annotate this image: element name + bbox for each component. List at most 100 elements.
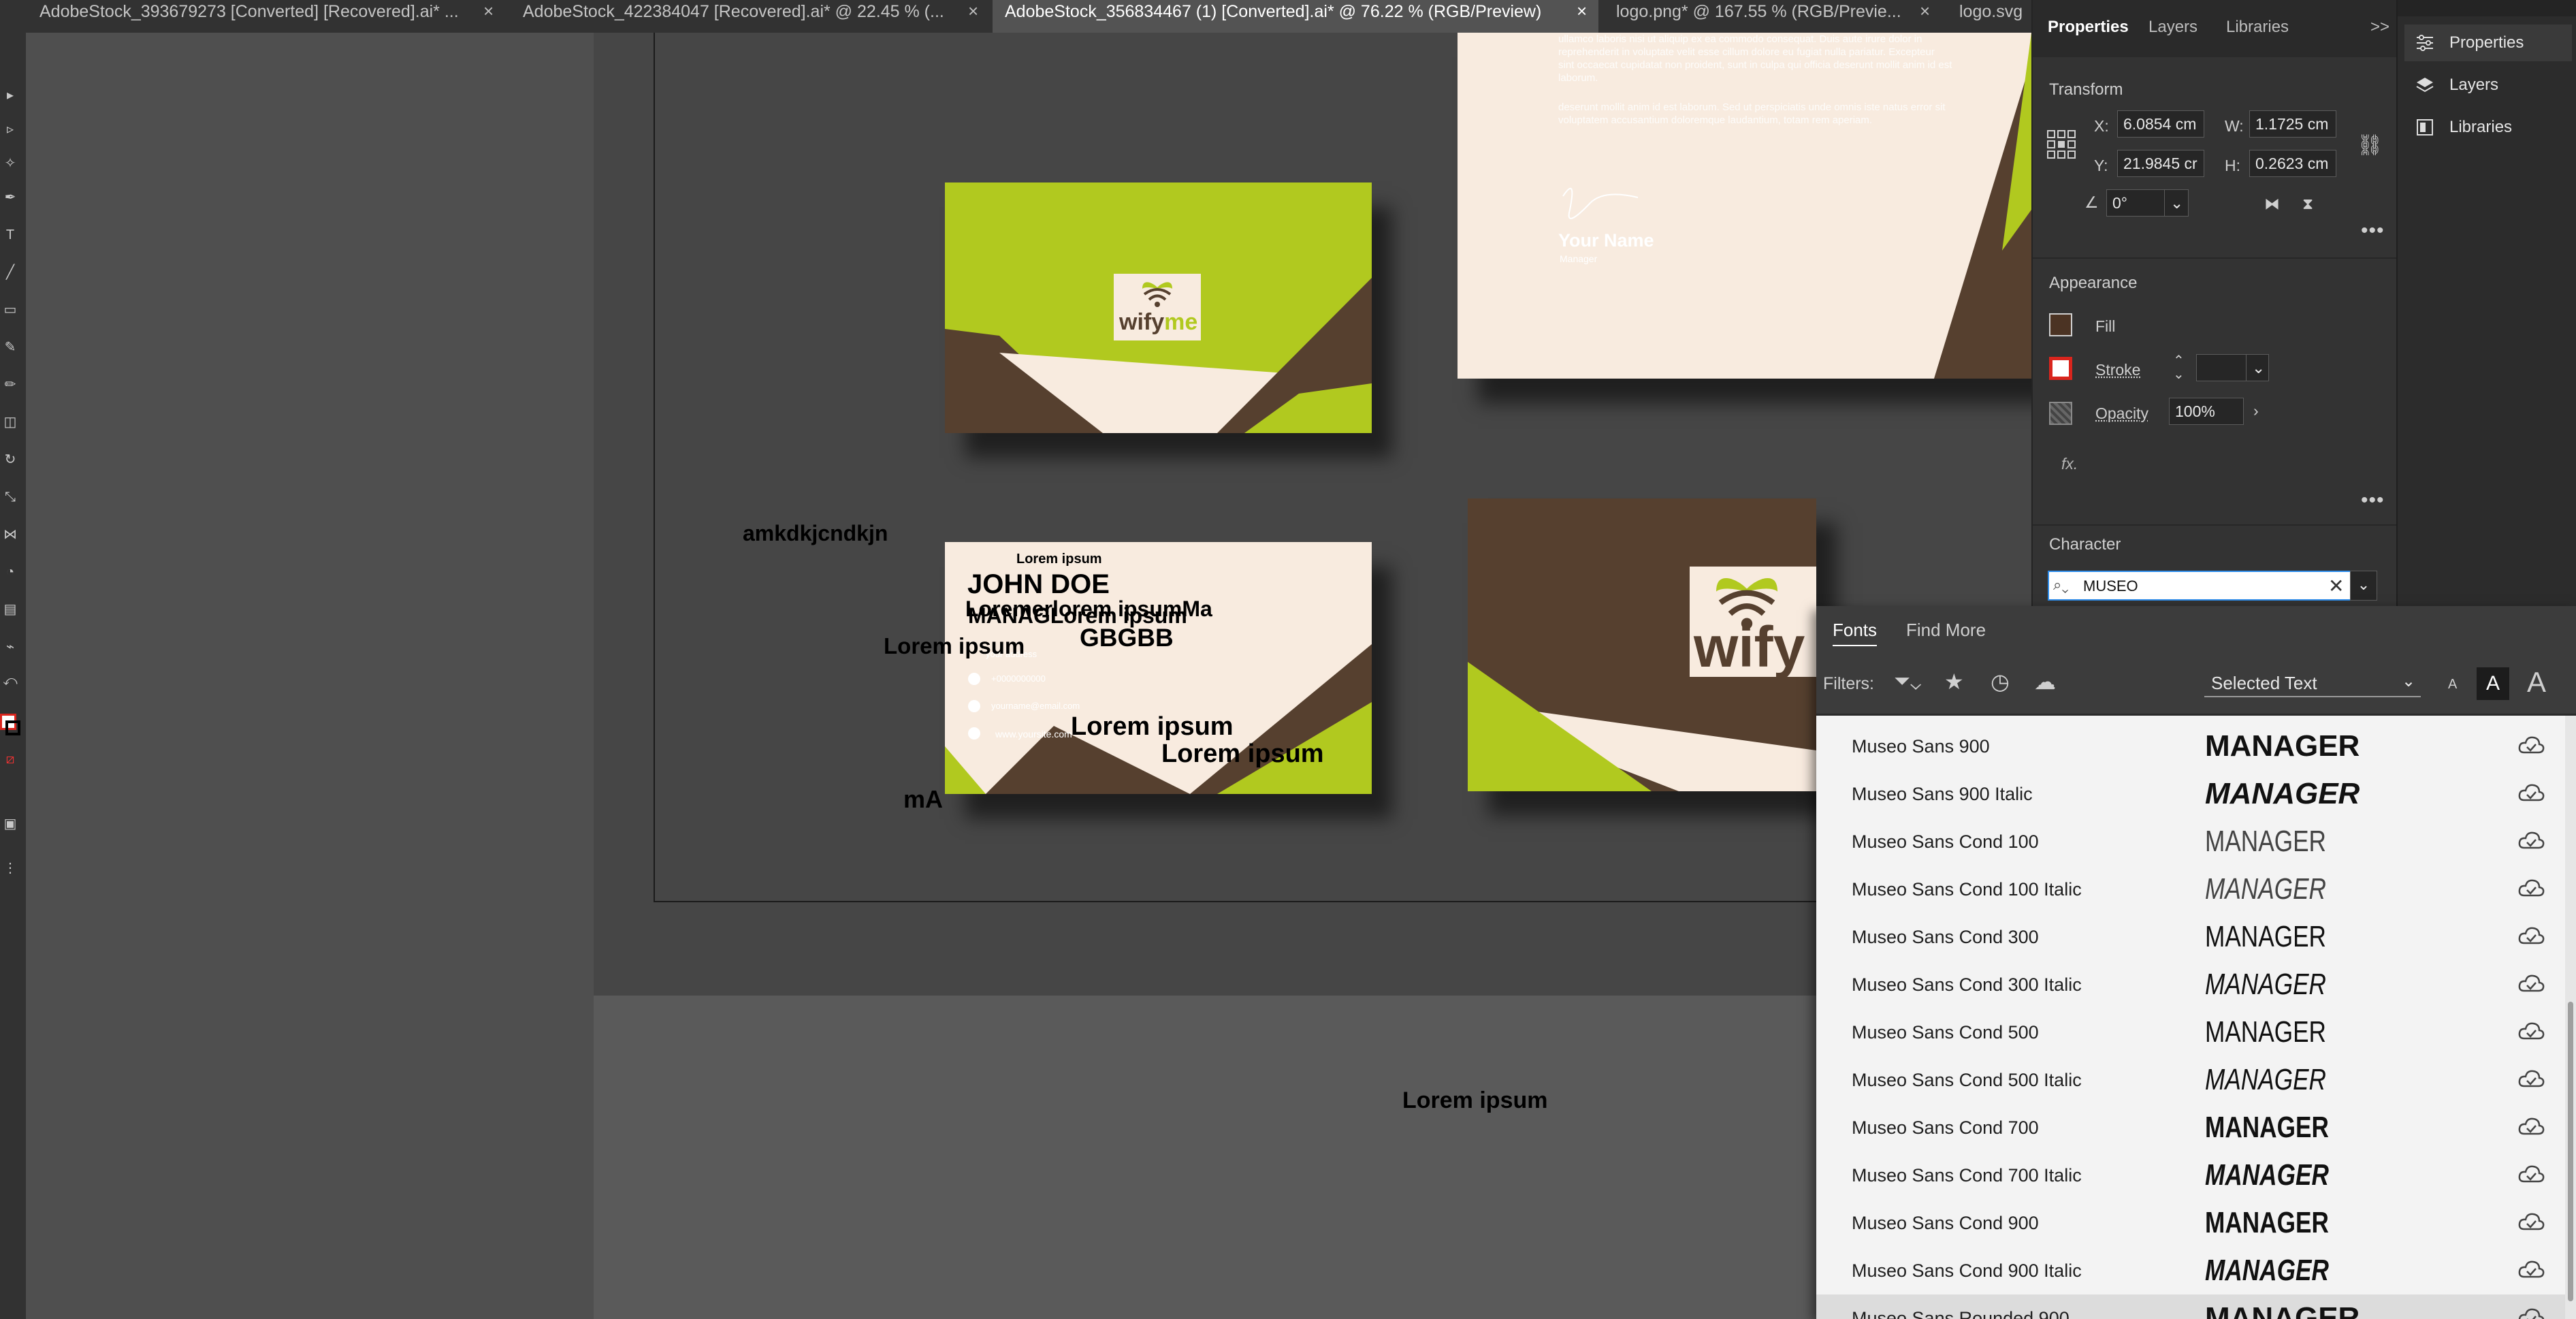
sample-size-large[interactable]: A bbox=[2527, 666, 2546, 699]
font-dropdown-chevron-icon[interactable]: ⌄ bbox=[2350, 571, 2377, 601]
opacity-label[interactable]: Opacity bbox=[2095, 404, 2148, 423]
font-list-item[interactable]: Museo Sans 900 MANAGER bbox=[1816, 722, 2565, 770]
width-tool-icon[interactable]: ⋈ bbox=[2, 526, 18, 543]
tab-find-more[interactable]: Find More bbox=[1906, 620, 1986, 641]
favorites-star-icon[interactable]: ★ bbox=[1944, 669, 1964, 695]
filter-classification-icon[interactable]: ⏷⌄ bbox=[1894, 670, 1921, 693]
font-list-item[interactable]: Museo Sans Rounded 900 MANAGER bbox=[1816, 1294, 2565, 1319]
gradient-tool-icon[interactable]: ▤ bbox=[2, 601, 18, 618]
scale-tool-icon[interactable]: ⤡ bbox=[2, 489, 18, 505]
panel-collapse-icon[interactable]: >> bbox=[2370, 18, 2389, 37]
x-field[interactable]: 6.0854 cm bbox=[2117, 110, 2204, 138]
font-list-item[interactable]: Museo Sans Cond 300 MANAGER bbox=[1816, 913, 2565, 961]
tab-properties[interactable]: Properties bbox=[2048, 18, 2129, 37]
sample-text-select[interactable]: Selected Text ⌄ bbox=[2204, 670, 2421, 697]
cloud-sync-icon[interactable] bbox=[2517, 1162, 2545, 1188]
card-text-lorem-big-2[interactable]: Lorem ipsum bbox=[1161, 740, 1324, 769]
opacity-chevron-icon[interactable]: › bbox=[2253, 402, 2259, 420]
stroke-swatch[interactable] bbox=[5, 720, 20, 735]
rotate-tool-icon[interactable]: ↻ bbox=[2, 451, 18, 468]
reference-point-icon[interactable] bbox=[2046, 129, 2076, 159]
business-card-brown[interactable]: wify bbox=[1468, 498, 1816, 791]
doc-tab-5[interactable]: logo.svg bbox=[1947, 0, 2031, 33]
fill-swatch[interactable] bbox=[2049, 313, 2072, 336]
sample-size-small[interactable]: A bbox=[2448, 677, 2457, 693]
flip-vertical-icon[interactable]: ⧗ bbox=[2302, 195, 2313, 213]
doc-tab-4[interactable]: logo.png* @ 167.55 % (RGB/Previe... bbox=[1604, 0, 1924, 33]
y-field[interactable]: 21.9845 cr bbox=[2117, 150, 2204, 177]
font-list-item[interactable]: Museo Sans Cond 100 Italic MANAGER bbox=[1816, 865, 2565, 913]
rotate-field[interactable]: 0° bbox=[2106, 189, 2165, 217]
flip-horizontal-icon[interactable]: ⧓ bbox=[2264, 195, 2280, 213]
dock-libraries[interactable]: Libraries bbox=[2404, 109, 2572, 146]
h-field[interactable]: 0.2623 cm bbox=[2249, 150, 2336, 177]
cloud-sync-icon[interactable] bbox=[2517, 1019, 2545, 1045]
type-tool-icon[interactable]: T bbox=[2, 227, 18, 243]
close-icon[interactable]: × bbox=[483, 0, 494, 22]
cloud-sync-icon[interactable] bbox=[2517, 829, 2545, 855]
rotate-dropdown-chevron-icon[interactable]: ⌄ bbox=[2164, 189, 2189, 217]
screen-mode-icon[interactable]: ▣ bbox=[2, 816, 18, 832]
opacity-field[interactable]: 100% bbox=[2169, 398, 2244, 425]
cloud-sync-icon[interactable] bbox=[2517, 1115, 2545, 1141]
font-list-item[interactable]: Museo Sans Cond 300 Italic MANAGER bbox=[1816, 961, 2565, 1008]
line-tool-icon[interactable]: ╱ bbox=[2, 264, 18, 281]
cloud-sync-icon[interactable] bbox=[2517, 781, 2545, 807]
doc-tab-3[interactable]: AdobeStock_356834467 (1) [Converted].ai*… bbox=[993, 0, 1598, 33]
cloud-sync-icon[interactable] bbox=[2517, 1210, 2545, 1236]
eraser-icon[interactable]: ◫ bbox=[2, 414, 18, 430]
font-list-scrollbar[interactable] bbox=[2565, 716, 2576, 1319]
constrain-proportions-icon[interactable]: ⛓ bbox=[2357, 133, 2383, 157]
tab-fonts[interactable]: Fonts bbox=[1833, 620, 1878, 646]
scrollbar-thumb[interactable] bbox=[2568, 1002, 2573, 1301]
stray-text-ma[interactable]: mA bbox=[903, 785, 943, 814]
letterhead[interactable]: ullamco laboris nisi ut aliquip ex ea co… bbox=[1458, 33, 2031, 379]
w-field[interactable]: 1.1725 cm bbox=[2249, 110, 2336, 138]
cloud-sync-icon[interactable] bbox=[2517, 876, 2545, 902]
selection-tool-icon[interactable]: ▸ bbox=[2, 87, 18, 104]
font-list-item[interactable]: Museo Sans Cond 100 MANAGER bbox=[1816, 818, 2565, 865]
tab-libraries[interactable]: Libraries bbox=[2226, 18, 2289, 37]
font-similar-icon[interactable] bbox=[2517, 1305, 2545, 1319]
more-options-icon[interactable]: ••• bbox=[2361, 489, 2385, 512]
activated-cloud-icon[interactable]: ☁ bbox=[2034, 669, 2056, 695]
card-text-gbgbb[interactable]: GBGBB bbox=[1080, 624, 1174, 652]
font-list-item[interactable]: Museo Sans Cond 900 MANAGER bbox=[1816, 1199, 2565, 1247]
pen-tool-icon[interactable]: ✒ bbox=[2, 189, 18, 206]
card-name[interactable]: JOHN DOE bbox=[967, 569, 1110, 600]
swap-colors-icon[interactable]: ⤺ bbox=[2, 673, 18, 689]
direct-selection-icon[interactable]: ▹ bbox=[2, 121, 18, 138]
paintbrush-icon[interactable]: ✎ bbox=[2, 339, 18, 355]
recent-clock-icon[interactable]: ◷ bbox=[1991, 669, 2010, 695]
stroke-weight-field[interactable] bbox=[2196, 354, 2247, 381]
card-text-lorem-top[interactable]: Lorem ipsum bbox=[1016, 552, 1102, 567]
font-list-item[interactable]: Museo Sans Cond 500 MANAGER bbox=[1816, 1008, 2565, 1056]
magic-wand-icon[interactable]: ✧ bbox=[2, 155, 18, 172]
card-text-lorem-big-1[interactable]: Lorem ipsum bbox=[1071, 712, 1234, 742]
cloud-sync-icon[interactable] bbox=[2517, 924, 2545, 950]
rectangle-tool-icon[interactable]: ▭ bbox=[2, 302, 18, 318]
none-swatch-icon[interactable]: ⧄ bbox=[2, 751, 18, 767]
close-icon[interactable]: × bbox=[968, 0, 978, 22]
cloud-sync-icon[interactable] bbox=[2517, 1067, 2545, 1093]
doc-tab-1[interactable]: AdobeStock_393679273 [Converted] [Recove… bbox=[27, 0, 504, 33]
stray-text-amk[interactable]: amkdkjcndkjn bbox=[743, 521, 888, 546]
font-list-item[interactable]: Museo Sans Cond 700 MANAGER bbox=[1816, 1104, 2565, 1151]
more-options-icon[interactable]: ••• bbox=[2361, 219, 2385, 242]
cloud-sync-icon[interactable] bbox=[2517, 972, 2545, 998]
pencil-icon[interactable]: ✏ bbox=[2, 377, 18, 393]
stroke-label[interactable]: Stroke bbox=[2095, 361, 2140, 379]
business-card-back[interactable]: Lorem ipsum JOHN DOE Loremerlorem ipsumM… bbox=[945, 542, 1372, 794]
cloud-sync-icon[interactable] bbox=[2517, 1258, 2545, 1284]
business-card-front[interactable]: wifyme bbox=[945, 182, 1372, 433]
stroke-weight-stepper-icon[interactable]: ⌃ ⌄ bbox=[2173, 354, 2185, 381]
fx-icon[interactable]: fx. bbox=[2061, 455, 2078, 473]
shape-builder-icon[interactable]: ◔ bbox=[2, 564, 18, 580]
clear-icon[interactable]: ✕ bbox=[2328, 575, 2344, 597]
dock-properties[interactable]: Properties bbox=[2404, 25, 2572, 61]
stroke-swatch[interactable] bbox=[2049, 357, 2072, 380]
eyedropper-icon[interactable]: ⌁ bbox=[2, 639, 18, 655]
font-list-item[interactable]: Museo Sans Cond 900 Italic MANAGER bbox=[1816, 1247, 2565, 1294]
tab-layers[interactable]: Layers bbox=[2148, 18, 2197, 37]
font-list-item[interactable]: Museo Sans Cond 500 Italic MANAGER bbox=[1816, 1056, 2565, 1104]
